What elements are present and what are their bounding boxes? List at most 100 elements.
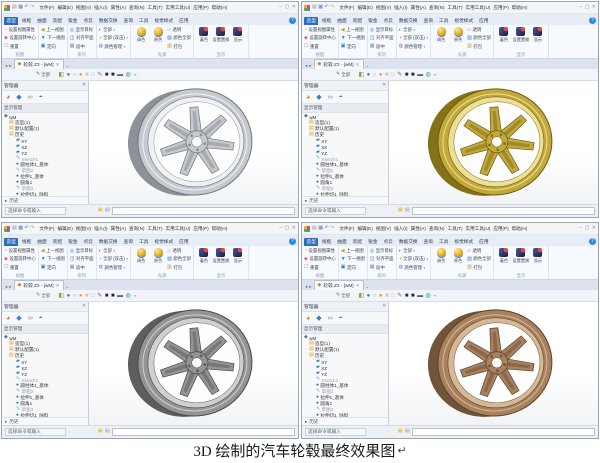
ribbon-tab[interactable]: 查询 [421,238,435,246]
ribbon-tab[interactable]: 钣金 [66,17,80,25]
view-toolbar-icon[interactable] [79,293,83,299]
menu-item[interactable]: 实用工具(U) [466,5,491,11]
menu-item[interactable]: 帮助(H) [512,5,528,11]
tab-close-icon[interactable]: ✕ [56,283,60,289]
ribbon-item[interactable]: 上一视图 [341,27,365,34]
manager-tab-icon[interactable] [316,94,321,101]
manager-tab-icon[interactable] [316,315,321,322]
window-control-icon[interactable]: – [279,5,282,10]
ribbon-item[interactable]: 设置旋转中心 [4,35,35,42]
ribbon-large-item[interactable]: 调色 [133,26,149,51]
ribbon-item[interactable]: 设置视图属性 [4,27,36,34]
ribbon-tab[interactable]: 工具 [137,238,151,246]
view-toolbar-icon[interactable] [367,72,371,78]
ribbon-large-item[interactable]: 原色 [150,247,166,272]
ribbon-item[interactable]: 显示目标 [370,248,394,255]
tab-close-icon[interactable]: ✕ [56,62,60,68]
window-control-icon[interactable]: ▢ [285,5,290,10]
ribbon-item[interactable]: 居中 [370,264,394,271]
menu-item[interactable]: 应用(P) [493,226,508,232]
manager-tab-icon[interactable] [6,315,10,322]
manager-tab-icon[interactable] [339,94,343,101]
status-icon[interactable] [405,208,410,214]
ribbon-item[interactable]: 颜色管理▾ [99,264,129,271]
ribbon-item[interactable]: 定向 [341,264,365,271]
ribbon-tab[interactable]: 曲面 [35,238,49,246]
ribbon-item[interactable]: 设置视图属性 [304,248,336,255]
qat-icon[interactable] [330,226,334,231]
ribbon-item[interactable]: 显示目标 [370,27,394,34]
ribbon-item[interactable]: 全部 (双击)▾ [399,35,428,42]
menu-item[interactable]: 实用工具(U) [166,226,191,232]
qat-icon[interactable] [318,226,323,231]
menu-item[interactable]: 文件(F) [339,226,354,232]
document-tab[interactable]: 轮毂.Z3 - [wM] ✕ [13,59,64,69]
view-toolbar-icon[interactable] [133,293,137,299]
help-button[interactable]: ? [289,238,296,245]
window-control-icon[interactable]: ▢ [585,5,590,10]
menu-item[interactable]: 视图(V) [376,226,391,232]
manager-tab-icon[interactable] [339,315,343,322]
qat-icon[interactable] [24,226,28,231]
view-toolbar-icon[interactable] [385,72,389,78]
ribbon-item[interactable]: 对齐平面 [70,256,94,263]
ribbon-tab[interactable]: 工具 [137,17,151,25]
ribbon-large-item[interactable]: 着色 [196,247,212,272]
ribbon-tab[interactable]: 应用 [477,238,491,246]
ribbon-item[interactable]: 设置旋转中心 [304,256,335,263]
ribbon-item[interactable]: 上一视图 [41,248,65,255]
menu-item[interactable]: 应用(P) [193,226,208,232]
view-toolbar-icon[interactable] [91,72,95,78]
view-toolbar-icon[interactable] [111,72,115,78]
menu-item[interactable]: 插入(I) [394,5,408,11]
command-input[interactable] [112,207,295,215]
ribbon-item[interactable]: 全部 (双击)▾ [99,256,128,263]
view-toolbar-icon[interactable] [426,293,431,299]
ribbon-tab[interactable]: 曲面 [335,17,349,25]
manager-tab-icon[interactable] [306,94,310,101]
view-toolbar-icon[interactable] [59,293,65,299]
menu-item[interactable]: 属性(A) [411,5,426,11]
status-icon[interactable] [105,208,110,214]
ribbon-tab[interactable]: 钣金 [66,238,80,246]
ribbon-tab[interactable]: 装配 [50,238,64,246]
menu-item[interactable]: 属性(A) [111,5,126,11]
menu-item[interactable]: 查询(N) [429,5,445,11]
menu-item[interactable]: 工具(T) [147,5,162,11]
ribbon-item[interactable]: 颜色管理▾ [399,43,429,50]
qat-icon[interactable] [318,5,323,10]
view-toolbar-icon[interactable] [133,72,137,78]
ribbon-item[interactable]: 打包 [167,264,191,271]
ribbon-large-item[interactable]: 调色 [133,247,149,272]
menu-item[interactable]: 编辑(E) [57,226,72,232]
ribbon-item[interactable]: 重置 [304,264,336,271]
view-toolbar-icon[interactable] [379,293,383,299]
ribbon-item[interactable]: 显示目标 [70,248,94,255]
viewport[interactable] [389,81,598,204]
ribbon-item[interactable]: 全部▾ [399,248,429,255]
command-input[interactable] [412,428,595,436]
viewport[interactable] [389,302,598,425]
ribbon-tab[interactable]: 线框 [19,238,33,246]
view-toolbar-icon[interactable] [405,72,409,78]
menu-item[interactable]: 文件(F) [39,226,54,232]
filter-control[interactable]: 全部 [336,72,350,78]
ribbon-tab[interactable]: 工具 [437,238,451,246]
ribbon-item[interactable]: 打包 [167,43,191,50]
menu-item[interactable]: 帮助(H) [212,226,228,232]
qat-icon[interactable] [30,5,34,10]
status-icon[interactable] [98,429,103,435]
view-toolbar-icon[interactable] [379,72,383,78]
status-icon[interactable] [105,429,110,435]
ribbon-item[interactable]: 打包 [467,43,491,50]
menu-item[interactable]: 编辑(E) [357,226,372,232]
view-toolbar-icon[interactable] [67,293,71,299]
ribbon-large-item[interactable]: 着色 [496,247,512,272]
view-toolbar-icon[interactable] [73,72,77,78]
viewport[interactable] [89,81,298,204]
qat-icon[interactable] [24,5,28,10]
ribbon-tab[interactable]: 钣金 [366,238,380,246]
ribbon-tab[interactable]: 造型 [4,238,19,246]
ribbon-large-item[interactable]: 着色 [496,26,512,51]
ribbon-tab[interactable]: 钣金 [366,17,380,25]
